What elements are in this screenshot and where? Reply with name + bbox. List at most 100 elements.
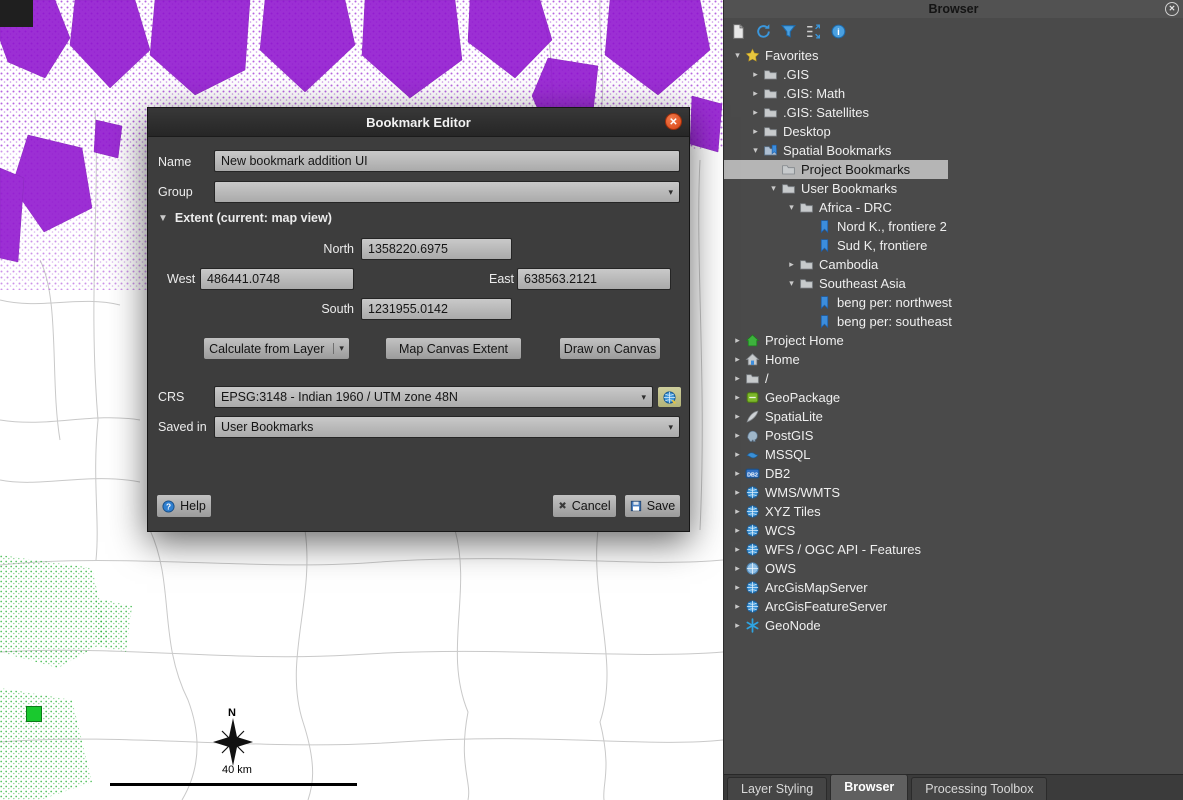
chevron-right-icon[interactable]: ▸ xyxy=(748,126,763,137)
tree-item-africa-drc[interactable]: ▾Africa - DRC xyxy=(724,198,1183,217)
tab-layer-styling[interactable]: Layer Styling xyxy=(727,777,827,800)
chevron-down-icon[interactable]: ▾ xyxy=(730,50,745,61)
info-icon[interactable]: i xyxy=(830,23,847,40)
extent-group-header[interactable]: ▼ Extent (current: map view) xyxy=(158,211,332,225)
save-button[interactable]: Save xyxy=(624,494,681,518)
saved-in-label: Saved in xyxy=(158,420,207,434)
draw-on-canvas-button[interactable]: Draw on Canvas xyxy=(559,337,661,360)
west-input[interactable] xyxy=(200,268,354,290)
scale-bar-label: 40 km xyxy=(222,764,252,776)
crs-picker-button[interactable] xyxy=(657,386,682,408)
tree-item-home[interactable]: ▸Home xyxy=(724,350,1183,369)
tree-item-sud-k-frontiere[interactable]: Sud K, frontiere xyxy=(724,236,1183,255)
chevron-right-icon[interactable]: ▸ xyxy=(748,69,763,80)
tree-item-spatialite[interactable]: ▸ SpatiaLite xyxy=(724,407,1183,426)
map-canvas-extent-button[interactable]: Map Canvas Extent xyxy=(385,337,522,360)
chevron-down-icon[interactable]: ▾ xyxy=(784,278,799,289)
chevron-right-icon[interactable]: ▸ xyxy=(730,468,745,479)
chevron-right-icon[interactable]: ▸ xyxy=(730,601,745,612)
chevron-right-icon[interactable]: ▸ xyxy=(730,411,745,422)
tab-browser[interactable]: Browser xyxy=(830,774,908,800)
tree-item-db2[interactable]: ▸DB2DB2 xyxy=(724,464,1183,483)
tree-item-user-bookmarks[interactable]: ▾User Bookmarks xyxy=(724,179,1183,198)
chevron-right-icon[interactable]: ▸ xyxy=(730,506,745,517)
calculate-from-layer-label: Calculate from Layer xyxy=(209,342,324,356)
name-input[interactable] xyxy=(214,150,680,172)
crs-select[interactable]: EPSG:3148 - Indian 1960 / UTM zone 48N ▾ xyxy=(214,386,653,408)
tree-item-arcgisfeatureserver[interactable]: ▸ ArcGisFeatureServer xyxy=(724,597,1183,616)
tree-item-wcs[interactable]: ▸WCS xyxy=(724,521,1183,540)
group-label: Group xyxy=(158,185,193,199)
tree-item-gis-math[interactable]: ▸.GIS: Math xyxy=(724,84,1183,103)
north-arrow-label: N xyxy=(228,707,236,719)
tree-item-geonode[interactable]: ▸GeoNode xyxy=(724,616,1183,635)
close-icon[interactable]: ✕ xyxy=(665,113,682,130)
tree-item-postgis[interactable]: ▸ PostGIS xyxy=(724,426,1183,445)
chevron-right-icon[interactable]: ▸ xyxy=(730,335,745,346)
tree-item-favorites[interactable]: ▾Favorites xyxy=(724,46,1183,65)
chevron-down-icon[interactable]: ▾ xyxy=(784,202,799,213)
tree-item-southeast-asia[interactable]: ▾Southeast Asia xyxy=(724,274,1183,293)
tree-item-wms-wmts[interactable]: ▸WMS/WMTS xyxy=(724,483,1183,502)
chevron-right-icon[interactable]: ▸ xyxy=(730,544,745,555)
chevron-down-icon[interactable]: ▾ xyxy=(766,183,781,194)
globe-icon xyxy=(662,390,677,405)
tree-item-label: beng per: southeast xyxy=(837,314,952,329)
tree-item-ows[interactable]: ▸OWS xyxy=(724,559,1183,578)
chevron-right-icon[interactable]: ▸ xyxy=(730,620,745,631)
south-input[interactable] xyxy=(361,298,512,320)
tree-item-label: beng per: northwest xyxy=(837,295,952,310)
north-input[interactable] xyxy=(361,238,512,260)
globe-icon xyxy=(745,542,760,557)
panel-close-icon[interactable]: ✕ xyxy=(1165,2,1179,16)
chevron-right-icon[interactable]: ▸ xyxy=(730,392,745,403)
group-select[interactable]: ▾ xyxy=(214,181,680,203)
cancel-button[interactable]: ✖ Cancel xyxy=(552,494,617,518)
help-button[interactable]: ? Help xyxy=(156,494,212,518)
chevron-right-icon[interactable]: ▸ xyxy=(730,487,745,498)
saved-in-select[interactable]: User Bookmarks ▾ xyxy=(214,416,680,438)
tree-item-beng-per-southeast[interactable]: beng per: southeast xyxy=(724,312,1183,331)
tree-item-label: PostGIS xyxy=(765,428,813,443)
tree-item-mssql[interactable]: ▸ MSSQL xyxy=(724,445,1183,464)
chevron-right-icon[interactable]: ▸ xyxy=(748,107,763,118)
chevron-right-icon[interactable]: ▸ xyxy=(730,449,745,460)
globe-icon xyxy=(745,504,760,519)
folder-icon xyxy=(799,257,814,272)
chevron-right-icon[interactable]: ▸ xyxy=(730,354,745,365)
dialog-titlebar[interactable]: Bookmark Editor ✕ xyxy=(148,108,689,137)
tree-item-label: ArcGisFeatureServer xyxy=(765,599,887,614)
chevron-right-icon[interactable]: ▸ xyxy=(730,582,745,593)
tree-item-spatial-bookmarks[interactable]: ▾Spatial Bookmarks xyxy=(724,141,1183,160)
tree-item-gis-satellites[interactable]: ▸.GIS: Satellites xyxy=(724,103,1183,122)
chevron-right-icon[interactable]: ▸ xyxy=(730,373,745,384)
tree-item-desktop[interactable]: ▸Desktop xyxy=(724,122,1183,141)
tree-item-nord-k-frontiere-2[interactable]: Nord K., frontiere 2 xyxy=(724,217,1183,236)
tree-item-project-home[interactable]: ▸Project Home xyxy=(724,331,1183,350)
tree-item-label: MSSQL xyxy=(765,447,811,462)
filter-icon[interactable] xyxy=(780,23,797,40)
tree-item-cambodia[interactable]: ▸Cambodia xyxy=(724,255,1183,274)
cancel-icon: ✖ xyxy=(558,501,566,512)
document-icon[interactable] xyxy=(730,23,747,40)
collapse-all-icon[interactable] xyxy=(805,23,822,40)
tree-item-beng-per-northwest[interactable]: beng per: northwest xyxy=(724,293,1183,312)
tree-item-item[interactable]: ▸/ xyxy=(724,369,1183,388)
tree-item-label: SpatiaLite xyxy=(765,409,823,424)
calculate-from-layer-button[interactable]: Calculate from Layer ▾ xyxy=(203,337,350,360)
east-input[interactable] xyxy=(517,268,671,290)
chevron-right-icon[interactable]: ▸ xyxy=(730,525,745,536)
tree-item-wfs-ogc-api-features[interactable]: ▸WFS / OGC API - Features xyxy=(724,540,1183,559)
chevron-right-icon[interactable]: ▸ xyxy=(730,563,745,574)
tree-item-gis[interactable]: ▸.GIS xyxy=(724,65,1183,84)
tree-item-geopackage[interactable]: ▸GeoPackage xyxy=(724,388,1183,407)
tree-item-arcgismapserver[interactable]: ▸ArcGisMapServer xyxy=(724,578,1183,597)
tree-item-project-bookmarks[interactable]: Project Bookmarks xyxy=(724,160,948,179)
chevron-right-icon[interactable]: ▸ xyxy=(784,259,799,270)
tab-processing-toolbox[interactable]: Processing Toolbox xyxy=(911,777,1047,800)
chevron-right-icon[interactable]: ▸ xyxy=(748,88,763,99)
tree-item-xyz-tiles[interactable]: ▸XYZ Tiles xyxy=(724,502,1183,521)
chevron-down-icon[interactable]: ▾ xyxy=(748,145,763,156)
chevron-right-icon[interactable]: ▸ xyxy=(730,430,745,441)
refresh-icon[interactable] xyxy=(755,23,772,40)
